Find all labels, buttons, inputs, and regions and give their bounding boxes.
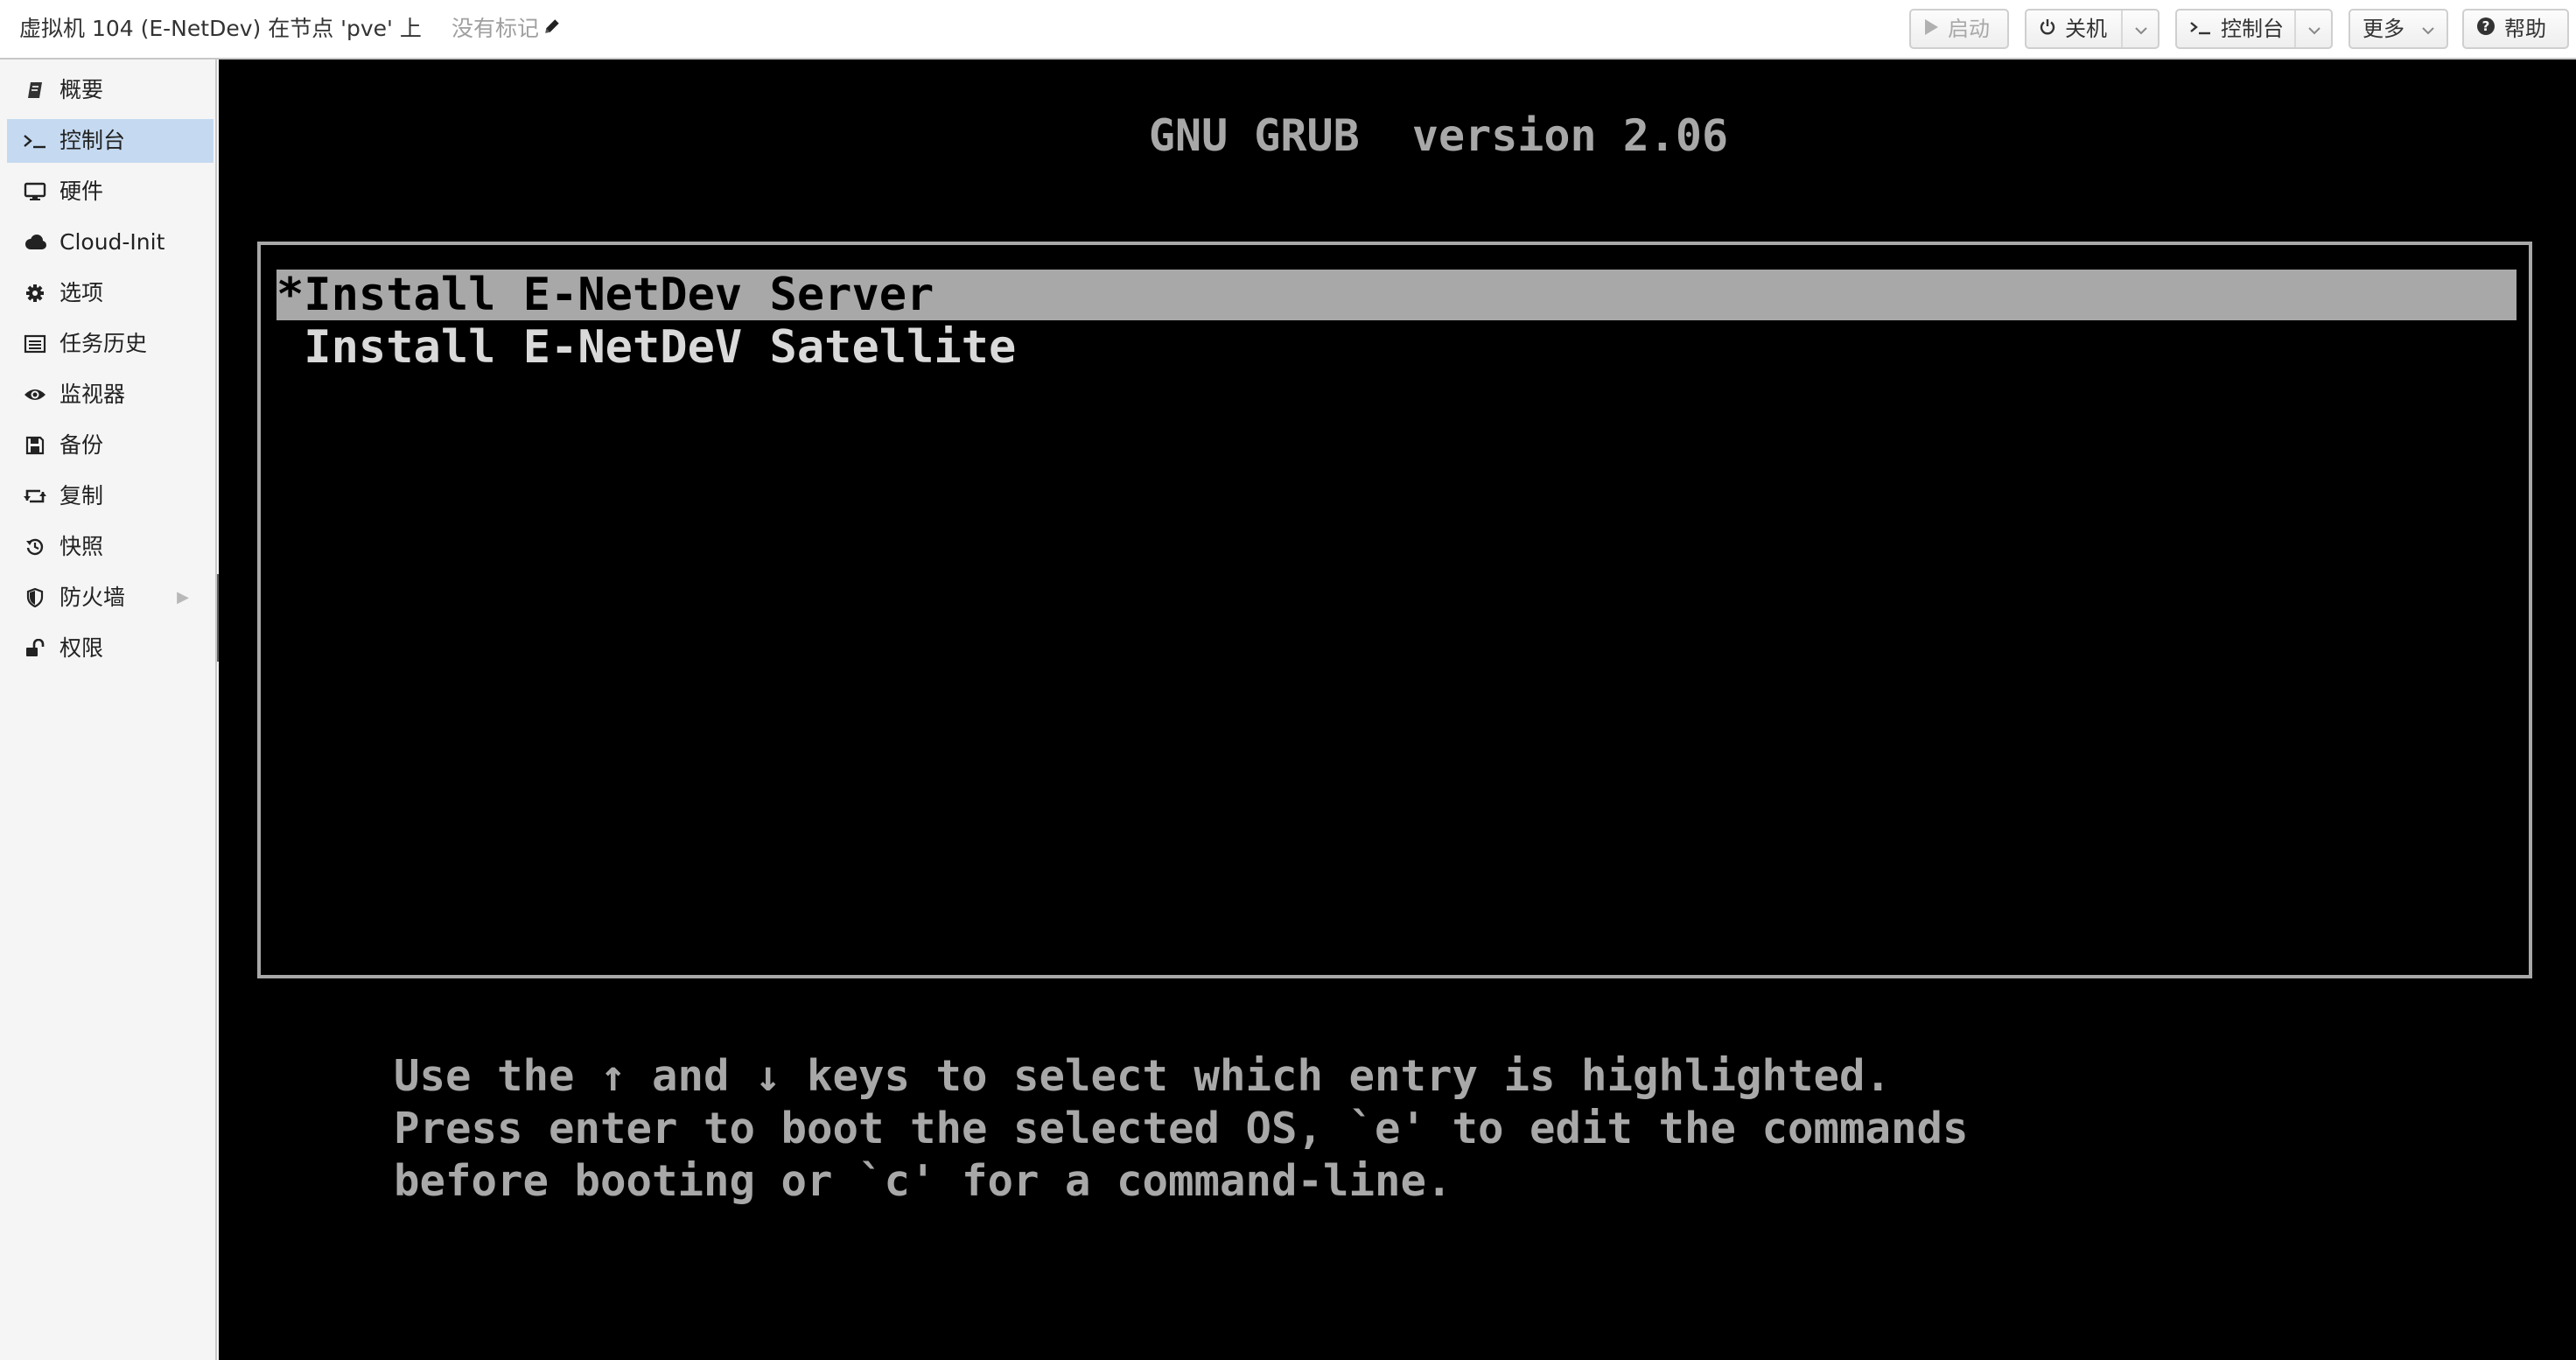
shutdown-button-label: 关机 bbox=[2065, 17, 2107, 41]
book-icon bbox=[21, 68, 49, 112]
sidebar: 概要 控制台 硬件 Cloud-Init 选项 任务历史 监视器 备份 复制 快… bbox=[0, 60, 217, 1360]
sidebar-item-summary[interactable]: 概要 bbox=[7, 68, 214, 112]
console-button[interactable]: 控制台 bbox=[2175, 9, 2333, 49]
unlock-icon bbox=[21, 627, 49, 670]
console-button-label: 控制台 bbox=[2221, 17, 2284, 41]
shield-icon bbox=[21, 576, 49, 620]
svg-text:?: ? bbox=[2482, 18, 2490, 34]
terminal-icon bbox=[2189, 11, 2212, 47]
grub-help-line: before booting or `c' for a command-line… bbox=[394, 1156, 1452, 1206]
sidebar-item-console[interactable]: 控制台 bbox=[7, 119, 214, 163]
sidebar-item-replication[interactable]: 复制 bbox=[7, 474, 214, 518]
sidebar-item-label: 任务历史 bbox=[60, 331, 148, 356]
grub-menu: *Install E-NetDev Server Install E-NetDe… bbox=[257, 242, 2532, 978]
sidebar-item-permissions[interactable]: 权限 bbox=[7, 627, 214, 670]
gear-icon bbox=[21, 271, 49, 315]
sidebar-item-label: 快照 bbox=[60, 534, 104, 559]
sidebar-item-label: Cloud-Init bbox=[60, 229, 165, 255]
sidebar-item-label: 概要 bbox=[60, 77, 104, 102]
list-icon bbox=[21, 322, 49, 366]
sidebar-item-label: 控制台 bbox=[60, 128, 126, 153]
grub-menu-entry[interactable]: *Install E-NetDev Server bbox=[276, 270, 2516, 320]
terminal-icon bbox=[21, 119, 49, 163]
console-dropdown-toggle[interactable] bbox=[2294, 11, 2333, 47]
grub-help-line: Use the ↑ and ↓ keys to select which ent… bbox=[394, 1051, 1892, 1101]
retweet-icon bbox=[21, 474, 49, 518]
sidebar-item-label: 复制 bbox=[60, 483, 104, 508]
chevron-down-icon bbox=[2415, 11, 2441, 47]
sidebar-item-hardware[interactable]: 硬件 bbox=[7, 170, 214, 214]
top-toolbar: 虚拟机 104 (E-NetDev) 在节点 'pve' 上 没有标记 启动 关… bbox=[0, 0, 2576, 60]
start-button[interactable]: 启动 bbox=[1909, 9, 2009, 49]
sidebar-item-snapshot[interactable]: 快照 bbox=[7, 525, 214, 569]
sidebar-item-cloud-init[interactable]: Cloud-Init bbox=[7, 221, 214, 264]
sidebar-item-options[interactable]: 选项 bbox=[7, 271, 214, 315]
floppy-icon bbox=[21, 424, 49, 467]
vm-title: 虚拟机 104 (E-NetDev) 在节点 'pve' 上 bbox=[19, 16, 422, 41]
history-icon bbox=[21, 525, 49, 569]
tags-editor[interactable]: 没有标记 bbox=[452, 0, 562, 58]
more-button-label: 更多 bbox=[2362, 17, 2404, 41]
shutdown-button[interactable]: 关机 bbox=[2025, 9, 2160, 49]
desktop-icon bbox=[21, 170, 49, 214]
sidebar-item-label: 防火墙 bbox=[60, 585, 126, 610]
sidebar-item-label: 权限 bbox=[60, 635, 104, 661]
pencil-icon[interactable] bbox=[542, 0, 562, 58]
power-icon bbox=[2039, 11, 2056, 47]
help-button-label: 帮助 bbox=[2504, 17, 2546, 41]
sidebar-item-task-history[interactable]: 任务历史 bbox=[7, 322, 214, 366]
grub-title: GNU GRUB version 2.06 bbox=[1148, 110, 1729, 161]
grub-help-line: Press enter to boot the selected OS, `e'… bbox=[394, 1104, 1969, 1153]
start-button-label: 启动 bbox=[1948, 17, 1990, 41]
play-icon bbox=[1923, 11, 1939, 47]
expand-arrow-icon[interactable]: ▶ bbox=[177, 576, 189, 620]
sidebar-item-label: 硬件 bbox=[60, 179, 104, 204]
sidebar-item-backup[interactable]: 备份 bbox=[7, 424, 214, 467]
sidebar-item-firewall[interactable]: 防火墙 ▶ bbox=[7, 576, 214, 620]
sidebar-item-label: 监视器 bbox=[60, 382, 126, 407]
grub-menu-entry[interactable]: Install E-NetDeV Satellite bbox=[276, 322, 2516, 373]
question-circle-icon: ? bbox=[2476, 11, 2496, 47]
help-button[interactable]: ? 帮助 bbox=[2462, 9, 2569, 49]
shutdown-dropdown-toggle[interactable] bbox=[2121, 11, 2160, 47]
sidebar-item-label: 备份 bbox=[60, 432, 104, 458]
eye-icon bbox=[21, 373, 49, 417]
sidebar-item-label: 选项 bbox=[60, 280, 104, 305]
sidebar-item-monitor[interactable]: 监视器 bbox=[7, 373, 214, 417]
more-button[interactable]: 更多 bbox=[2348, 9, 2448, 49]
vm-console-screen[interactable]: GNU GRUB version 2.06 *Install E-NetDev … bbox=[219, 60, 2576, 1360]
cloud-icon bbox=[21, 221, 49, 264]
grub-help-text: Use the ↑ and ↓ keys to select which ent… bbox=[394, 1050, 2494, 1208]
tags-label: 没有标记 bbox=[452, 16, 540, 41]
